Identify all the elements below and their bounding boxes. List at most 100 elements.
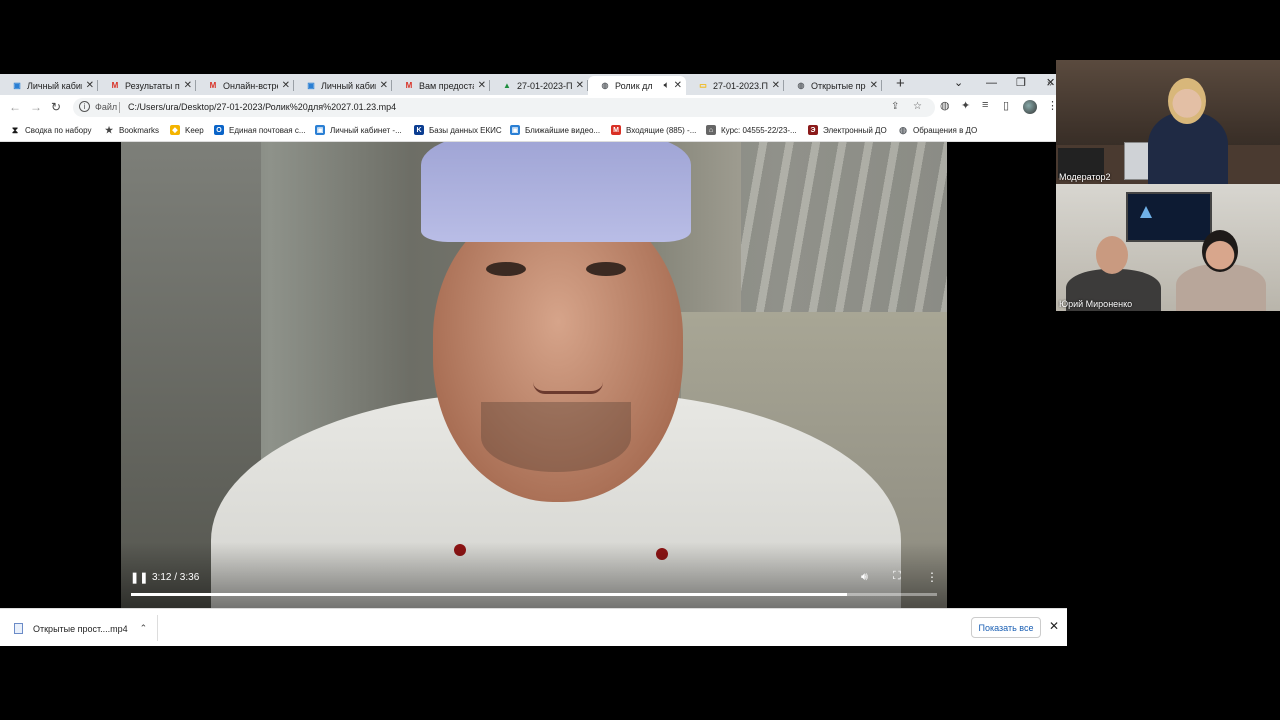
tab[interactable]: ◍ Открытые про ✕: [784, 76, 882, 95]
participant-tile[interactable]: Модератор2: [1056, 60, 1280, 184]
minimize-button[interactable]: —: [986, 76, 997, 90]
downloads-bar: Открытые прост....mp4 ⌃ Показать все ✕: [0, 608, 1067, 646]
show-all-button[interactable]: Показать все: [971, 617, 1041, 638]
tab-search-icon[interactable]: ⌄: [954, 76, 963, 90]
close-downloads-icon[interactable]: ✕: [1049, 619, 1059, 633]
globe-icon: ◍: [601, 81, 609, 90]
bookmark-star-icon[interactable]: ☆: [913, 101, 922, 112]
address-bar[interactable]: i Файл C:/Users/ura/Desktop/27-01-2023/Р…: [73, 98, 935, 117]
close-tab-icon[interactable]: ✕: [282, 80, 290, 91]
smile: [533, 382, 603, 394]
tab-title: Личный кабин: [27, 80, 82, 91]
portal-icon: ▣: [315, 125, 325, 135]
woman-head: [1202, 230, 1238, 272]
tab-title: 27-01-2023.Пр: [713, 80, 768, 91]
participant-tile[interactable]: Юрий Мироненко: [1056, 184, 1280, 311]
bookmark-item[interactable]: K Базы данных ЕКИС: [414, 125, 502, 135]
bookmark-label: Единая почтовая с...: [229, 125, 306, 135]
bookmark-item[interactable]: M Входящие (885) -...: [611, 125, 696, 135]
bookmark-label: Курс: 04555-22/23-...: [721, 125, 797, 135]
bookmark-item[interactable]: ⌂ Курс: 04555-22/23-...: [706, 125, 797, 135]
back-button[interactable]: ←: [9, 100, 21, 114]
browser-window: ▣ Личный кабин ✕ M Результаты пс ✕ M Онлайн-вст…: [0, 74, 1058, 142]
close-tab-icon[interactable]: ✕: [576, 80, 584, 91]
tab-separator: [881, 80, 882, 91]
controls-overlay: [121, 542, 947, 608]
more-options-icon[interactable]: ⋮: [926, 570, 938, 584]
progress-bar[interactable]: [131, 593, 937, 596]
profile-avatar[interactable]: [1023, 100, 1037, 114]
pause-icon[interactable]: ❚❚: [130, 571, 148, 584]
outlook-icon: O: [214, 125, 224, 135]
tab-title: Открытые про: [811, 80, 866, 91]
slides-icon: ▭: [699, 81, 707, 90]
side-panel-icon[interactable]: ▯: [1003, 99, 1009, 112]
bookmark-item[interactable]: ▣ Личный кабинет -...: [315, 125, 402, 135]
info-icon[interactable]: i: [79, 101, 90, 112]
close-tab-icon[interactable]: ✕: [380, 80, 388, 91]
bookmark-item[interactable]: O Единая почтовая с...: [214, 125, 306, 135]
bookmark-item[interactable]: ▣ Ближайшие видео...: [510, 125, 600, 135]
tab[interactable]: M Онлайн-встре ✕: [196, 76, 294, 95]
progress-fill: [131, 593, 848, 596]
drive-icon: ▲: [503, 81, 511, 90]
tab[interactable]: ▣ Личный кабин ✕: [0, 76, 98, 95]
tab-title: Вам предоста: [419, 80, 474, 91]
bookmark-item[interactable]: ★ Bookmarks: [104, 125, 159, 135]
tab[interactable]: ▭ 27-01-2023.Пр ✕: [686, 76, 784, 95]
bookmark-item[interactable]: ◆ Keep: [170, 125, 204, 135]
bookmark-item[interactable]: ⧗ Сводка по набору: [10, 125, 92, 135]
close-tab-icon[interactable]: ✕: [184, 80, 192, 91]
bookmark-item[interactable]: ◍ Обращения в ДО: [898, 125, 977, 135]
speaker-icon[interactable]: 🔈︎: [664, 80, 670, 91]
chevron-up-icon[interactable]: ⌃: [140, 623, 148, 634]
person-head: [1168, 78, 1206, 124]
tab[interactable]: M Вам предоста ✕: [392, 76, 490, 95]
close-tab-icon[interactable]: ✕: [86, 80, 94, 91]
tab-title: Результаты пс: [125, 80, 180, 91]
close-tab-icon[interactable]: ✕: [478, 80, 486, 91]
download-separator: [157, 615, 158, 641]
gmail-icon: M: [111, 81, 119, 90]
tab[interactable]: ▣ Личный кабин ✕: [294, 76, 392, 95]
time-display: 3:12 / 3:36: [152, 572, 200, 583]
beard: [481, 402, 631, 472]
volume-icon[interactable]: 🔊︎: [861, 571, 868, 584]
forward-button[interactable]: →: [30, 100, 42, 114]
tab[interactable]: M Результаты пс ✕: [98, 76, 196, 95]
close-tab-icon[interactable]: ✕: [772, 80, 780, 91]
bookmarks-overflow-icon[interactable]: »: [1047, 78, 1053, 89]
new-tab-button[interactable]: +: [896, 76, 905, 92]
bookmark-label: Keep: [185, 125, 204, 135]
bookmark-label: Bookmarks: [119, 125, 160, 135]
toolbar: ← → ↻ i Файл C:/Users/ura/Desktop/27-01-…: [0, 95, 1058, 120]
tab-title: Личный кабин: [321, 80, 376, 91]
close-tab-icon[interactable]: ✕: [870, 80, 878, 91]
wall-screen: [1126, 192, 1212, 242]
download-item[interactable]: Открытые прост....mp4 ⌃: [14, 623, 147, 634]
star-icon: ★: [104, 124, 114, 135]
share-icon[interactable]: ⇪: [891, 101, 899, 112]
portal-icon: ▣: [307, 81, 315, 90]
course-icon: ⌂: [706, 125, 716, 135]
url-text[interactable]: C:/Users/ura/Desktop/27-01-2023/Ролик%20…: [128, 102, 396, 112]
bookmark-item[interactable]: Э Электронный ДО: [808, 125, 887, 135]
left-eye: [486, 262, 526, 276]
extensions-icon[interactable]: ✦: [961, 99, 970, 112]
tab-title: 27-01-2023-Пр: [517, 80, 572, 91]
scheme-divider: [119, 102, 120, 113]
restore-button[interactable]: ❐: [1016, 76, 1026, 90]
hourglass-icon: ⧗: [11, 124, 19, 135]
fullscreen-icon[interactable]: ⛶: [893, 570, 901, 583]
translate-icon[interactable]: ◍: [940, 99, 950, 112]
portal-icon: ▣: [510, 125, 520, 135]
video-player[interactable]: ❚❚ 3:12 / 3:36 🔊︎ ⛶ ⋮: [121, 142, 947, 608]
tab[interactable]: ◍ Ролик дл 🔈︎ ✕: [588, 76, 686, 95]
man-head: [1096, 236, 1128, 274]
tab[interactable]: ▲ 27-01-2023-Пр ✕: [490, 76, 588, 95]
close-tab-icon[interactable]: ✕: [674, 80, 682, 91]
media-control-icon[interactable]: ≡: [982, 99, 988, 111]
portal-icon: ▣: [13, 81, 21, 90]
reload-button[interactable]: ↻: [51, 100, 61, 114]
bookmark-label: Личный кабинет -...: [330, 125, 402, 135]
